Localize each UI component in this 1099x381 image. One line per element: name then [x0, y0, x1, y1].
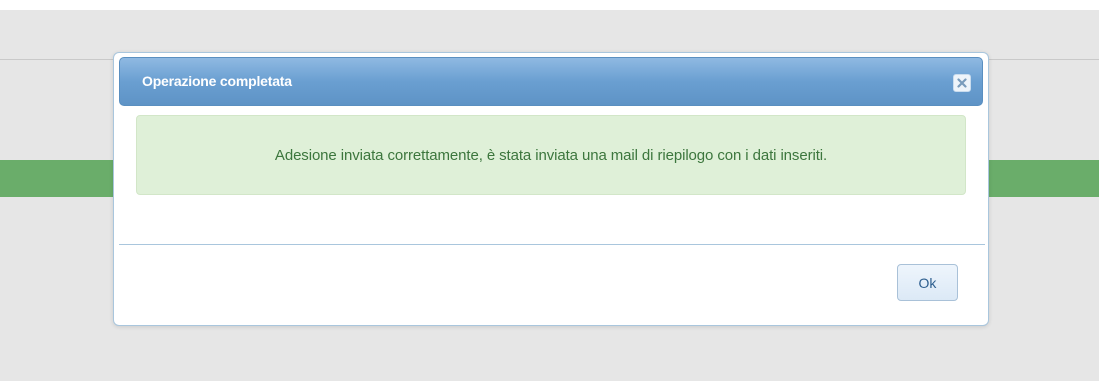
dialog-footer-divider — [119, 244, 985, 245]
success-message: Adesione inviata correttamente, è stata … — [274, 146, 828, 164]
success-alert: Adesione inviata correttamente, è stata … — [136, 115, 966, 195]
close-icon — [957, 78, 967, 88]
dialog-title: Operazione completata — [142, 73, 292, 89]
dialog-close-button[interactable] — [953, 74, 971, 92]
page-top-strip — [0, 0, 1099, 10]
dialog-titlebar: Operazione completata — [119, 57, 983, 106]
completion-dialog: Operazione completata Adesione inviata c… — [113, 52, 989, 326]
ok-button[interactable]: Ok — [897, 264, 958, 301]
